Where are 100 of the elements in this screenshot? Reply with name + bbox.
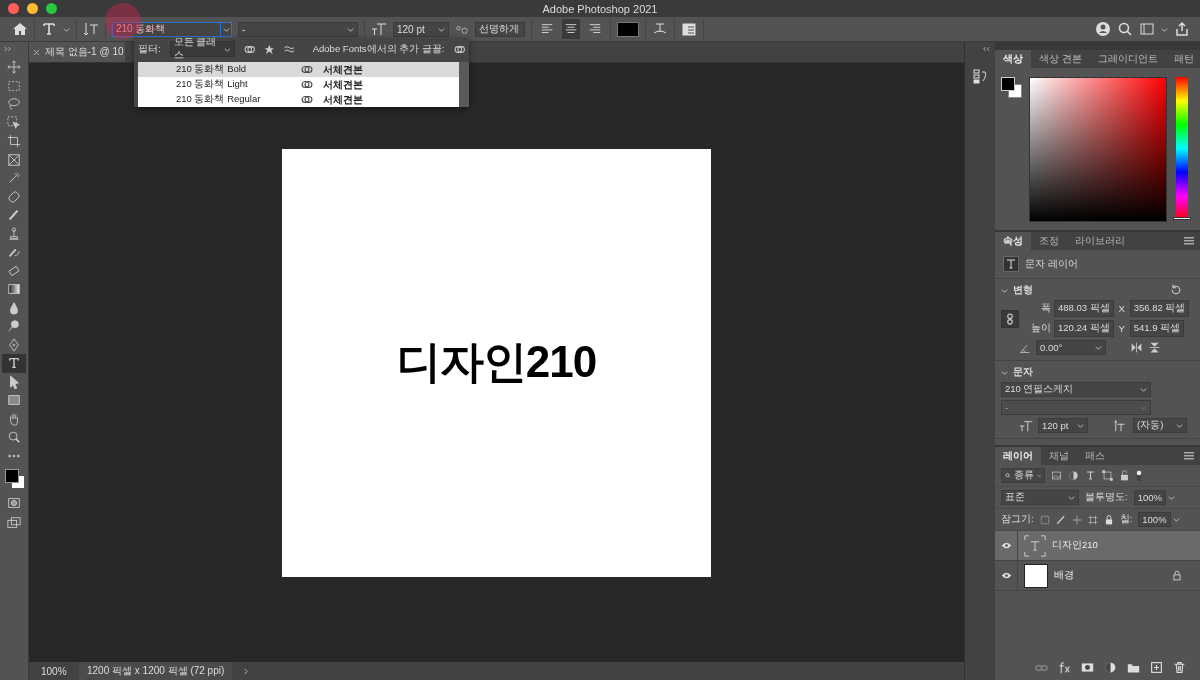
creative-cloud-icon[interactable] bbox=[453, 43, 465, 55]
text-orientation-icon[interactable] bbox=[83, 21, 99, 37]
panel-tab[interactable]: 속성 bbox=[995, 232, 1031, 250]
folder-icon[interactable] bbox=[1127, 661, 1140, 674]
panel-tab[interactable]: 레이어 bbox=[995, 447, 1041, 465]
caret-icon[interactable] bbox=[1167, 494, 1175, 501]
panel-tab[interactable]: 색상 견본 bbox=[1031, 50, 1090, 68]
panel-tab[interactable]: 그레이디언트 bbox=[1089, 50, 1166, 68]
layer-row[interactable]: 디자인210 bbox=[995, 531, 1200, 561]
smart-object-filter-icon[interactable] bbox=[1119, 470, 1130, 481]
x-field[interactable]: 356.82 픽셀 bbox=[1129, 300, 1190, 317]
panel-menu-icon[interactable] bbox=[1184, 452, 1194, 460]
font-list-item[interactable]: 210 동화책 Light 서체견본 bbox=[138, 77, 459, 92]
image-filter-icon[interactable] bbox=[1051, 470, 1062, 481]
trash-icon[interactable] bbox=[1173, 661, 1186, 674]
font-size-dropdown[interactable]: 120 pt bbox=[393, 21, 449, 37]
path-select-tool-icon bbox=[7, 374, 21, 389]
leading-dropdown[interactable]: (자동) bbox=[1133, 418, 1187, 433]
height-field[interactable]: 120.24 픽셀 bbox=[1054, 320, 1114, 337]
type-tool-button[interactable] bbox=[2, 354, 26, 373]
chevron-icon[interactable] bbox=[242, 667, 250, 675]
chevron-icon[interactable] bbox=[1001, 286, 1008, 294]
panel-menu-icon[interactable] bbox=[1184, 237, 1194, 245]
share-icon[interactable] bbox=[1174, 21, 1190, 37]
minimize-window-button[interactable] bbox=[27, 3, 38, 14]
screen-mode-icon[interactable] bbox=[7, 516, 21, 530]
flip-vertical-icon[interactable] bbox=[1148, 341, 1161, 354]
color-swatches-drawing[interactable] bbox=[3, 467, 25, 489]
type-tool-icon[interactable] bbox=[41, 21, 57, 37]
caret-icon bbox=[438, 25, 445, 33]
artboard-icon[interactable] bbox=[1087, 514, 1098, 525]
eye-icon[interactable] bbox=[1000, 542, 1012, 549]
history-icon[interactable] bbox=[972, 68, 988, 84]
lock-icon[interactable] bbox=[1103, 514, 1114, 525]
font-size-dropdown[interactable]: 120 pt bbox=[1038, 418, 1088, 433]
close-icon[interactable] bbox=[33, 48, 40, 56]
creative-cloud-icon[interactable] bbox=[243, 43, 256, 55]
similar-icon[interactable] bbox=[284, 44, 295, 54]
adjustment-icon[interactable] bbox=[1104, 661, 1117, 674]
panel-tab[interactable]: 조정 bbox=[1031, 232, 1067, 250]
adobe-fonts-label: Adobe Fonts에서의 추가 글꼴: bbox=[312, 42, 445, 56]
flip-horizontal-icon[interactable] bbox=[1130, 341, 1143, 354]
color-field[interactable] bbox=[1029, 77, 1167, 222]
panel-tab[interactable]: 패턴 bbox=[1165, 50, 1200, 68]
layer-filter-dropdown[interactable]: 종류 bbox=[1001, 468, 1045, 483]
link-icon[interactable] bbox=[1001, 308, 1019, 329]
hue-slider-thumb[interactable] bbox=[1173, 217, 1191, 220]
blend-mode-dropdown[interactable]: 표준 bbox=[1001, 490, 1079, 505]
reset-icon[interactable] bbox=[1170, 284, 1182, 296]
align-left-icon bbox=[540, 22, 554, 36]
panel-tab[interactable]: 패스 bbox=[1077, 447, 1113, 465]
expand-icon[interactable] bbox=[4, 46, 13, 52]
star-icon[interactable] bbox=[264, 42, 276, 56]
font-list-item[interactable]: 210 동화책 Regular 서체견본 bbox=[138, 92, 459, 107]
opacity-field[interactable]: 100% bbox=[1133, 490, 1166, 505]
eye-icon[interactable] bbox=[1000, 572, 1012, 579]
adjustment-filter-icon[interactable] bbox=[1068, 470, 1079, 481]
chevron-icon[interactable] bbox=[1001, 368, 1008, 376]
panel-tab[interactable]: 색상 bbox=[995, 50, 1031, 68]
caret-icon[interactable] bbox=[1161, 25, 1168, 33]
search-icon[interactable] bbox=[1117, 21, 1133, 37]
text-color-swatch[interactable] bbox=[617, 21, 639, 37]
panel-tab[interactable]: 라이브러리 bbox=[1067, 232, 1133, 250]
close-window-button[interactable] bbox=[8, 3, 19, 14]
fx-icon[interactable] bbox=[1058, 661, 1071, 674]
type-filter-icon[interactable] bbox=[1085, 470, 1096, 481]
user-icon[interactable] bbox=[1095, 21, 1111, 37]
zoom-window-button[interactable] bbox=[46, 3, 57, 14]
workspace-icon[interactable] bbox=[1139, 21, 1155, 37]
color-swatches-drawing[interactable] bbox=[1001, 77, 1023, 99]
layer-row[interactable]: 배경 bbox=[995, 561, 1200, 591]
angle-dropdown[interactable]: 0.00° bbox=[1036, 340, 1106, 355]
width-field[interactable]: 488.03 픽셀 bbox=[1054, 300, 1114, 317]
font-style-dropdown[interactable]: - bbox=[1001, 400, 1151, 415]
center-align-button[interactable] bbox=[562, 19, 580, 39]
font-style-dropdown[interactable]: - bbox=[238, 21, 358, 37]
scrollbar[interactable] bbox=[459, 62, 469, 107]
fill-field[interactable]: 100% bbox=[1138, 512, 1171, 527]
document-tab[interactable]: 제목 없음-1 @ 10 bbox=[29, 42, 125, 62]
panel-tab[interactable]: 채널 bbox=[1041, 447, 1077, 465]
quick-mask-icon[interactable] bbox=[7, 496, 21, 510]
caret-icon bbox=[1095, 344, 1102, 351]
y-field[interactable]: 541.9 픽셀 bbox=[1129, 320, 1185, 337]
font-family-field[interactable]: 210 동화책 bbox=[112, 21, 232, 37]
mask-icon[interactable] bbox=[1081, 661, 1094, 674]
font-family-dropdown[interactable]: 210 연필스케치 bbox=[1001, 382, 1151, 397]
new-layer-icon[interactable] bbox=[1150, 661, 1163, 674]
filter-toggle-icon[interactable] bbox=[1136, 468, 1142, 483]
collapse-icon[interactable] bbox=[980, 46, 990, 52]
move-icon[interactable] bbox=[1071, 514, 1082, 525]
brush-icon[interactable] bbox=[1055, 514, 1066, 525]
home-icon[interactable] bbox=[12, 21, 28, 37]
lock-pixels-icon[interactable] bbox=[1039, 514, 1050, 525]
shape-filter-icon[interactable] bbox=[1102, 470, 1113, 481]
font-list-item[interactable]: 210 동화책 Bold 서체견본 bbox=[138, 62, 459, 77]
caret-icon[interactable] bbox=[63, 25, 70, 33]
caret-icon[interactable] bbox=[1172, 516, 1180, 523]
panels-icon[interactable] bbox=[681, 21, 697, 37]
hue-slider[interactable] bbox=[1176, 77, 1188, 220]
antialias-dropdown[interactable]: 선명하게 bbox=[475, 21, 525, 37]
